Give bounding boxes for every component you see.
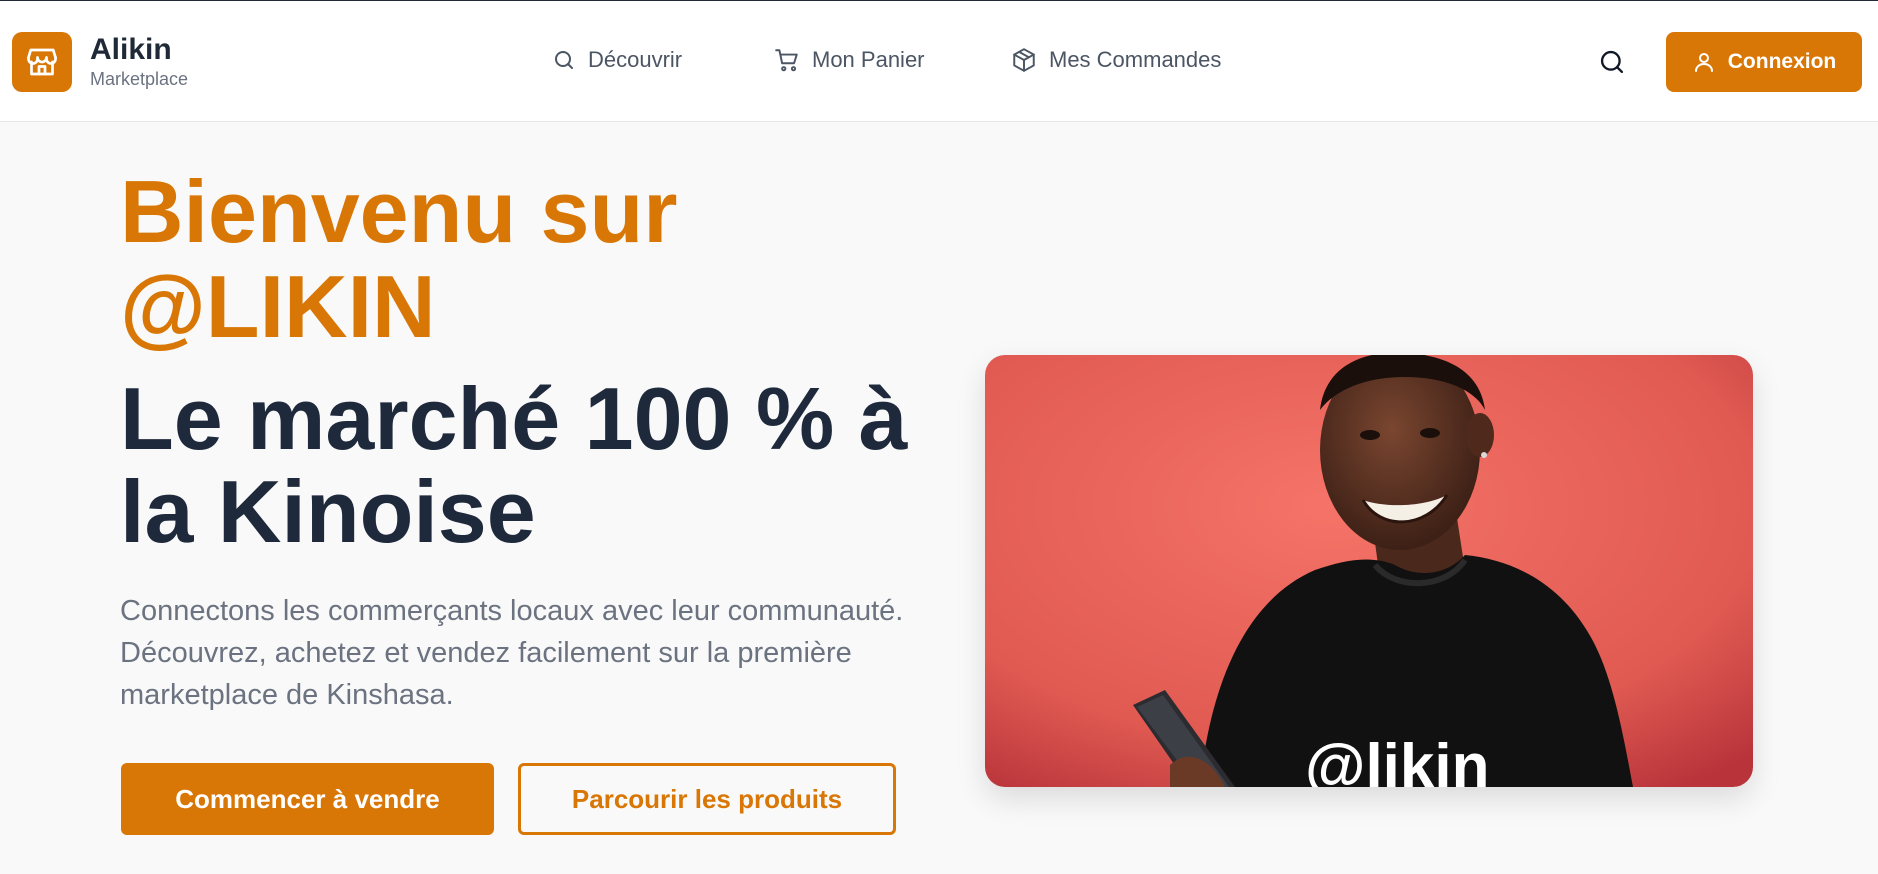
login-button[interactable]: Connexion <box>1666 32 1862 92</box>
nav-orders[interactable]: Mes Commandes <box>1011 47 1221 73</box>
hero-title-tagline: Le marché 100 % à la Kinoise <box>120 369 908 562</box>
package-icon <box>1013 48 1035 72</box>
nav-discover[interactable]: Découvrir <box>552 47 682 73</box>
hero-description: Connectons les commerçants locaux avec l… <box>120 595 904 712</box>
hero-title-welcome: Bienvenu sur @LIKIN <box>120 162 678 357</box>
top-navbar: Alikin Marketplace Découvrir Mon Panier … <box>0 0 1878 122</box>
brand-name[interactable]: Alikin <box>90 35 172 65</box>
cart-icon <box>775 49 798 72</box>
shirt-text: @likin <box>1305 732 1490 787</box>
nav-discover-label: Découvrir <box>588 47 683 72</box>
header-search-button[interactable] <box>1596 46 1628 78</box>
nav-cart-label: Mon Panier <box>812 47 925 72</box>
login-label: Connexion <box>1727 50 1837 73</box>
search-icon <box>555 51 573 69</box>
user-icon <box>1694 53 1713 72</box>
hero-image: @likin <box>985 355 1753 787</box>
search-icon <box>1600 50 1624 74</box>
start-selling-button[interactable]: Commencer à vendre <box>121 763 494 835</box>
store-logo-icon[interactable] <box>12 32 72 92</box>
browse-products-button[interactable]: Parcourir les produits <box>518 763 896 835</box>
nav-cart[interactable]: Mon Panier <box>774 47 925 73</box>
brand-subtitle: Marketplace <box>90 69 189 89</box>
nav-orders-label: Mes Commandes <box>1049 47 1222 72</box>
